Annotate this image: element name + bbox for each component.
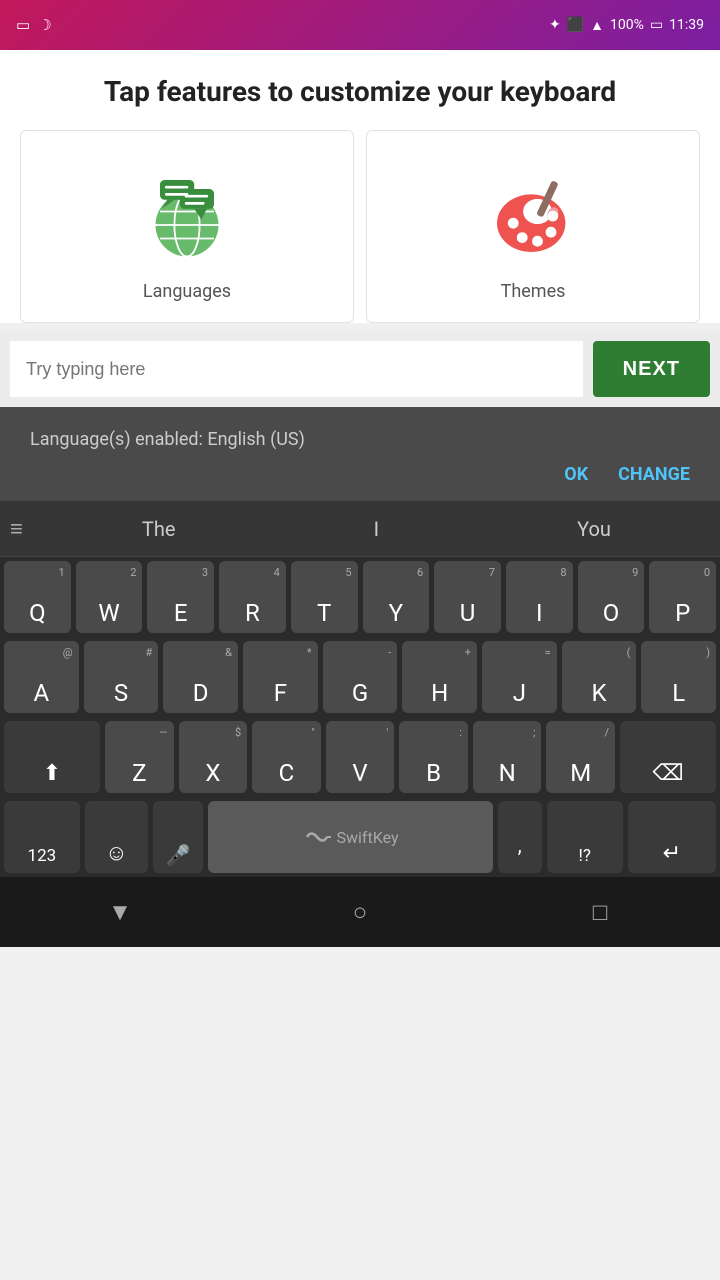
- language-notification: Language(s) enabled: English (US) OK CHA…: [0, 407, 720, 501]
- key-q[interactable]: 1Q: [4, 561, 71, 633]
- key-u[interactable]: 7U: [434, 561, 501, 633]
- page-title: Tap features to customize your keyboard: [30, 74, 690, 110]
- key-z[interactable]: —Z: [105, 721, 174, 793]
- status-left-icons: ▭ ☽: [16, 16, 52, 34]
- key-d[interactable]: &D: [163, 641, 238, 713]
- languages-icon-area: [127, 161, 247, 271]
- key-f[interactable]: *F: [243, 641, 318, 713]
- status-bar: ▭ ☽ ✦ ⬛ ▲ 100% ▭ 11:39: [0, 0, 720, 50]
- wifi-icon: ▲: [590, 17, 604, 34]
- status-right-icons: ✦ ⬛ ▲ 100% ▭ 11:39: [549, 17, 704, 34]
- key-l[interactable]: )L: [641, 641, 716, 713]
- suggestion-words: The I You: [43, 513, 710, 545]
- clock: 11:39: [669, 17, 704, 33]
- hamburger-icon[interactable]: ≡: [10, 516, 23, 542]
- key-t[interactable]: 5T: [291, 561, 358, 633]
- change-button[interactable]: CHANGE: [618, 464, 690, 485]
- battery-indicator: 100%: [610, 17, 644, 33]
- languages-card[interactable]: Languages: [20, 130, 354, 323]
- key-row-2: @A #S &D *F -G +H =J (K )L: [0, 637, 720, 717]
- signal-icon: ⬛: [567, 17, 584, 33]
- key-n[interactable]: ;N: [473, 721, 542, 793]
- key-s[interactable]: #S: [84, 641, 159, 713]
- key-g[interactable]: -G: [323, 641, 398, 713]
- key-p[interactable]: 0P: [649, 561, 716, 633]
- key-r[interactable]: 4R: [219, 561, 286, 633]
- themes-icon-area: [473, 161, 593, 271]
- themes-icon: [488, 171, 578, 261]
- languages-icon: [142, 171, 232, 261]
- key-row-4: 123 ☺ 🎤 SwiftKey , !? ↵: [0, 797, 720, 877]
- key-y[interactable]: 6Y: [363, 561, 430, 633]
- numbers-key[interactable]: 123: [4, 801, 80, 873]
- comma-key[interactable]: ,: [498, 801, 542, 873]
- header: Tap features to customize your keyboard: [0, 50, 720, 130]
- nav-recent-button[interactable]: □: [570, 892, 630, 932]
- swiftkey-logo: SwiftKey: [303, 828, 399, 847]
- key-i[interactable]: 8I: [506, 561, 573, 633]
- special-key[interactable]: !?: [547, 801, 623, 873]
- key-v[interactable]: 'V: [326, 721, 395, 793]
- keyboard: ≡ The I You 1Q 2W 3E 4R 5T 6Y 7U 8I 9O 0…: [0, 501, 720, 877]
- swiftkey-logo-icon: [303, 828, 331, 846]
- emoji-key[interactable]: ☺: [85, 801, 148, 873]
- languages-label: Languages: [143, 281, 231, 302]
- space-key[interactable]: SwiftKey: [208, 801, 492, 873]
- key-m[interactable]: /M: [546, 721, 615, 793]
- backspace-key[interactable]: ⌫: [620, 721, 716, 793]
- key-row-1: 1Q 2W 3E 4R 5T 6Y 7U 8I 9O 0P: [0, 557, 720, 637]
- suggestion-word-0[interactable]: The: [126, 513, 192, 545]
- ok-button[interactable]: OK: [564, 464, 588, 485]
- battery-icon: ▭: [650, 17, 663, 33]
- next-button[interactable]: NEXT: [593, 341, 710, 397]
- key-w[interactable]: 2W: [76, 561, 143, 633]
- bluetooth-icon: ✦: [549, 17, 561, 33]
- key-e[interactable]: 3E: [147, 561, 214, 633]
- key-x[interactable]: $X: [179, 721, 248, 793]
- key-j[interactable]: =J: [482, 641, 557, 713]
- key-a[interactable]: @A: [4, 641, 79, 713]
- nav-bar: ▼ ○ □: [0, 877, 720, 947]
- enter-key[interactable]: ↵: [628, 801, 716, 873]
- mic-key[interactable]: 🎤: [153, 801, 204, 873]
- nav-back-button[interactable]: ▼: [90, 892, 150, 932]
- key-c[interactable]: "C: [252, 721, 321, 793]
- screen-icon: ▭: [16, 16, 30, 34]
- key-k[interactable]: (K: [562, 641, 637, 713]
- key-b[interactable]: :B: [399, 721, 468, 793]
- language-enabled-text: Language(s) enabled: English (US): [30, 429, 690, 450]
- suggestions-row: ≡ The I You: [0, 501, 720, 557]
- nav-home-button[interactable]: ○: [330, 892, 390, 932]
- themes-label: Themes: [501, 281, 566, 302]
- themes-card[interactable]: Themes: [366, 130, 700, 323]
- key-row-3: ⬆ —Z $X "C 'V :B ;N /M ⌫: [0, 717, 720, 797]
- suggestion-word-1[interactable]: I: [358, 513, 395, 545]
- key-h[interactable]: +H: [402, 641, 477, 713]
- shift-key[interactable]: ⬆: [4, 721, 100, 793]
- typing-area: NEXT: [0, 331, 720, 407]
- key-o[interactable]: 9O: [578, 561, 645, 633]
- notification-icon: ☽: [38, 16, 51, 34]
- language-actions: OK CHANGE: [30, 450, 690, 501]
- typing-input[interactable]: [10, 341, 583, 397]
- feature-cards: Languages Themes: [0, 130, 720, 323]
- suggestion-word-2[interactable]: You: [561, 513, 627, 545]
